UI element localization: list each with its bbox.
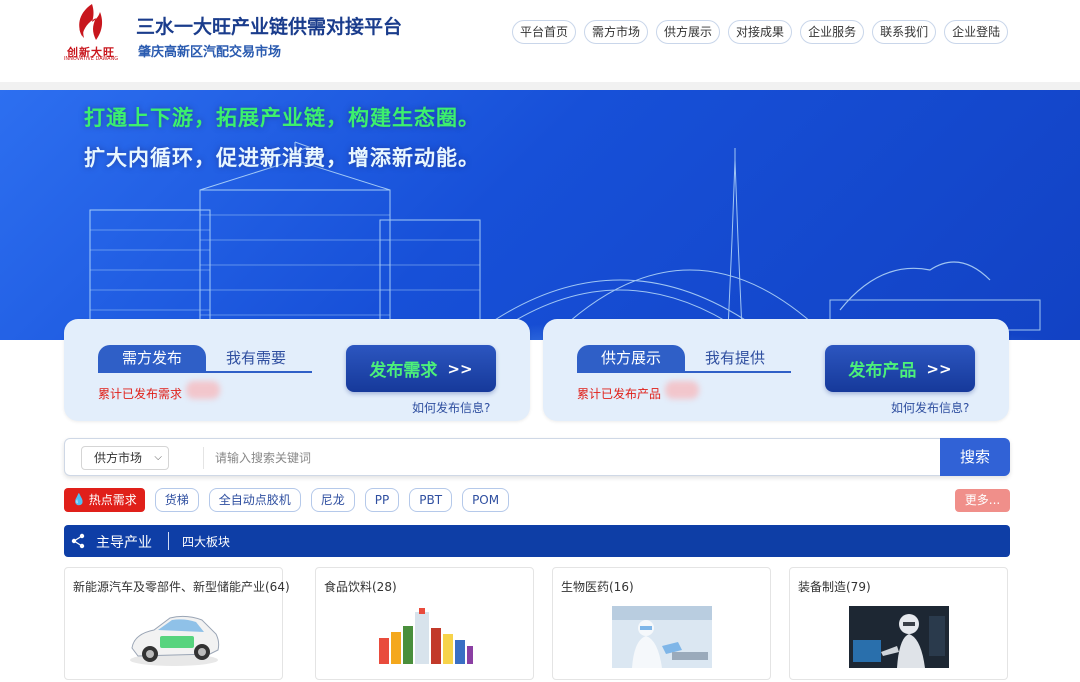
nav-demand-market[interactable]: 需方市场 xyxy=(584,20,649,44)
industry-title: 主导产业 xyxy=(96,535,152,551)
industry-card-new-energy[interactable]: 新能源汽车及零部件、新型储能产业(64) xyxy=(64,567,290,680)
industry-section-header: 主导产业 四大板块 xyxy=(64,525,1010,557)
beverage-icon xyxy=(378,608,473,664)
search-category-value: 供方市场 xyxy=(94,451,143,465)
tab-demand-publish[interactable]: 需方发布 xyxy=(98,345,206,371)
search-input[interactable] xyxy=(215,446,915,470)
industry-card-biomedicine[interactable]: 生物医药(16) xyxy=(552,567,771,680)
nav-supply-showcase[interactable]: 供方展示 xyxy=(656,20,721,44)
card-title: 食品饮料(28) xyxy=(324,580,397,594)
site-subtitle: 肇庆高新区汽配交易市场 xyxy=(138,45,282,60)
publish-demand-label: 发布需求 xyxy=(369,361,438,381)
search-button[interactable]: 搜索 xyxy=(940,438,1010,476)
hot-tag[interactable]: 货梯 xyxy=(154,488,199,512)
tab-supply-showcase[interactable]: 供方展示 xyxy=(577,345,685,371)
supply-help-link[interactable]: 如何发布信息? xyxy=(891,399,969,416)
car-icon xyxy=(129,615,219,666)
publish-product-button[interactable]: 发布产品 >> xyxy=(825,345,975,392)
double-chevron-right-icon: >> xyxy=(447,359,473,378)
lab-icon xyxy=(611,606,712,668)
more-button[interactable]: 更多... xyxy=(955,489,1010,512)
card-title: 装备制造(79) xyxy=(798,580,871,594)
share-icon xyxy=(71,533,85,549)
search-bar: 供方市场 ⌵ 搜索 xyxy=(64,438,1010,476)
demand-publish-card: 需方发布 我有需要 累计已发布需求 发布需求 >> 如何发布信息? xyxy=(64,319,530,421)
nav-home[interactable]: 平台首页 xyxy=(512,20,577,44)
hot-tag[interactable]: 全自动点胶机 xyxy=(208,488,301,512)
robot-icon xyxy=(848,606,949,668)
industry-card-equipment[interactable]: 装备制造(79) xyxy=(789,567,1008,680)
industry-card-food-beverage[interactable]: 食品饮料(28) xyxy=(315,567,534,680)
card-title: 生物医药(16) xyxy=(561,580,634,594)
search-category-select[interactable]: 供方市场 ⌵ xyxy=(81,446,169,470)
card-title: 新能源汽车及零部件、新型储能产业(64) xyxy=(73,580,290,594)
fire-icon: 💧 xyxy=(72,493,86,506)
industry-cards: 新能源汽车及零部件、新型储能产业(64) 食品饮料(28) 生物医药(16) 装… xyxy=(64,567,1010,682)
nav-enterprise-service[interactable]: 企业服务 xyxy=(800,20,865,44)
hot-tag[interactable]: 尼龙 xyxy=(310,488,355,512)
tab-my-needs[interactable]: 我有需要 xyxy=(226,345,286,371)
banner-slogan-2: 扩大内循环，促进新消费，增添新动能。 xyxy=(84,146,480,170)
main-nav: 平台首页 需方市场 供方展示 对接成果 企业服务 联系我们 企业登陆 xyxy=(512,20,1009,44)
demand-count-value-redacted xyxy=(186,381,220,399)
hot-tag[interactable]: PP xyxy=(364,488,400,512)
supply-publish-card: 供方展示 我有提供 累计已发布产品 发布产品 >> 如何发布信息? xyxy=(543,319,1009,421)
demand-count-label: 累计已发布需求 xyxy=(98,387,183,401)
industry-subtitle: 四大板块 xyxy=(182,535,231,549)
hot-demand-label: 💧 热点需求 xyxy=(64,488,145,512)
nav-contact[interactable]: 联系我们 xyxy=(872,20,937,44)
supply-count-value-redacted xyxy=(665,381,699,399)
banner-slogan-1: 打通上下游，拓展产业链，构建生态圈。 xyxy=(84,106,480,130)
nav-results[interactable]: 对接成果 xyxy=(728,20,793,44)
publish-product-label: 发布产品 xyxy=(848,361,917,381)
publish-demand-button[interactable]: 发布需求 >> xyxy=(346,345,496,392)
hot-demand-row: 💧 热点需求 货梯 全自动点胶机 尼龙 PP PBT POM xyxy=(64,488,510,512)
header-divider xyxy=(0,82,1080,90)
hot-tag[interactable]: POM xyxy=(462,488,510,512)
demand-help-link[interactable]: 如何发布信息? xyxy=(412,399,490,416)
double-chevron-right-icon: >> xyxy=(926,359,952,378)
supply-count-label: 累计已发布产品 xyxy=(577,387,662,401)
demand-tabs: 需方发布 我有需要 xyxy=(98,345,312,373)
supply-tabs: 供方展示 我有提供 xyxy=(577,345,791,373)
chevron-down-icon: ⌵ xyxy=(154,452,162,463)
hot-tag[interactable]: PBT xyxy=(409,488,453,512)
search-divider xyxy=(203,447,204,469)
logo-subtext: INNOVATIVE DAWANG xyxy=(63,56,119,62)
hero-banner[interactable]: 打通上下游，拓展产业链，构建生态圈。 扩大内循环，促进新消费，增添新动能。 xyxy=(0,90,1080,340)
site-title: 三水一大旺产业链供需对接平台 xyxy=(136,16,403,38)
hot-demand-label-text: 热点需求 xyxy=(88,493,137,507)
industry-divider xyxy=(168,532,169,550)
nav-login[interactable]: 企业登陆 xyxy=(944,20,1009,44)
header: 创新大旺 INNOVATIVE DAWANG 三水一大旺产业链供需对接平台 肇庆… xyxy=(0,0,1080,82)
tab-my-offers[interactable]: 我有提供 xyxy=(705,345,765,371)
